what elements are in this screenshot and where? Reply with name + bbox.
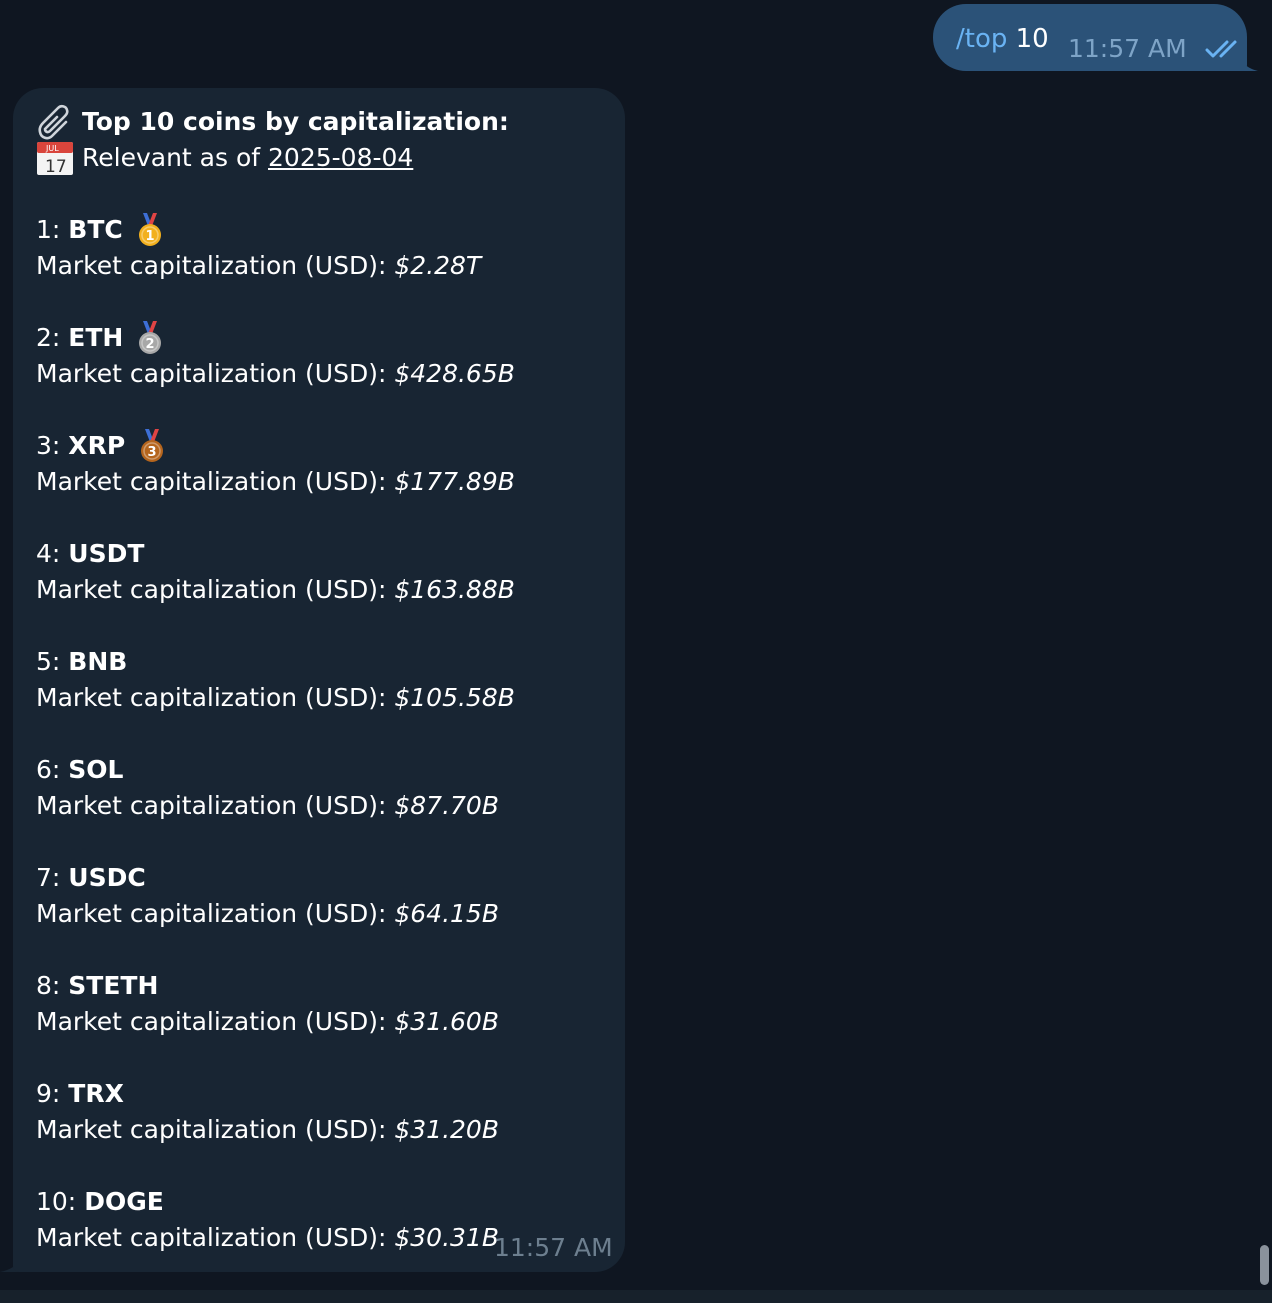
svg-text:17: 17	[45, 157, 67, 176]
market-cap-label: Market capitalization (USD):	[36, 1115, 387, 1144]
market-cap-value: $30.31B	[394, 1223, 499, 1252]
calendar-icon: JUL 17	[36, 140, 74, 177]
coin-symbol: SOL	[68, 755, 124, 784]
incoming-message[interactable]: Top 10 coins by capitalization: JUL 17 R…	[13, 88, 625, 1272]
coin-market-cap: Market capitalization (USD): $64.15B	[36, 896, 515, 932]
composer-edge	[0, 1290, 1272, 1303]
svg-text:1: 1	[145, 229, 154, 244]
market-cap-value: $31.60B	[394, 1007, 499, 1036]
market-cap-value: $87.70B	[394, 791, 499, 820]
coin-rank: 4:	[36, 539, 61, 568]
coin-market-cap: Market capitalization (USD): $87.70B	[36, 788, 515, 824]
incoming-message-time: 11:57 AM	[494, 1233, 613, 1262]
market-cap-value: $163.88B	[394, 575, 515, 604]
coin-header: 3: XRP 3	[36, 428, 515, 464]
coin-symbol: TRX	[68, 1079, 124, 1108]
coin-symbol: DOGE	[84, 1187, 164, 1216]
double-check-icon	[1205, 39, 1241, 59]
market-cap-label: Market capitalization (USD):	[36, 359, 387, 388]
coin-rank: 9:	[36, 1079, 61, 1108]
coin-market-cap: Market capitalization (USD): $2.28T	[36, 248, 515, 284]
gold-medal-icon: 1	[135, 212, 165, 248]
coin-symbol: ETH	[68, 323, 124, 352]
coin-market-cap: Market capitalization (USD): $163.88B	[36, 572, 515, 608]
market-cap-label: Market capitalization (USD):	[36, 467, 387, 496]
coin-rank: 10:	[36, 1187, 77, 1216]
coin-market-cap: Market capitalization (USD): $31.20B	[36, 1112, 515, 1148]
coin-list: 1: BTC 1 Market capitalization (USD): $2.2…	[36, 212, 515, 1256]
coin-rank: 3:	[36, 431, 61, 460]
coin-header: 5: BNB	[36, 644, 515, 680]
relevant-date-link[interactable]: 2025-08-04	[268, 140, 413, 176]
incoming-message-text: Top 10 coins by capitalization: JUL 17 R…	[36, 104, 515, 1256]
coin-rank: 1:	[36, 215, 61, 244]
bot-command-link[interactable]: /top	[956, 24, 1007, 54]
coin-market-cap: Market capitalization (USD): $105.58B	[36, 680, 515, 716]
bronze-medal-icon: 3	[137, 428, 167, 464]
coin-header: 2: ETH 2	[36, 320, 515, 356]
svg-text:3: 3	[148, 445, 157, 460]
svg-text:JUL: JUL	[45, 144, 59, 153]
market-cap-value: $428.65B	[394, 359, 515, 388]
coin-header: 6: SOL	[36, 752, 515, 788]
coin-rank: 5:	[36, 647, 61, 676]
market-cap-value: $177.89B	[394, 467, 515, 496]
svg-text:2: 2	[146, 337, 155, 352]
coin-header: 4: USDT	[36, 536, 515, 572]
relevant-date-line: JUL 17 Relevant as of 2025-08-04	[36, 140, 515, 177]
market-cap-label: Market capitalization (USD):	[36, 791, 387, 820]
coin-symbol: BNB	[68, 647, 128, 676]
coin-market-cap: Market capitalization (USD): $177.89B	[36, 464, 515, 500]
coin-symbol: USDT	[68, 539, 145, 568]
silver-medal-icon: 2	[135, 320, 165, 356]
scrollbar[interactable]	[1258, 0, 1272, 1290]
chat-history: /top 10 11:57 AM Top 10 coins by capital…	[0, 0, 1258, 1290]
coin-market-cap: Market capitalization (USD): $30.31B	[36, 1220, 515, 1256]
coin-rank: 6:	[36, 755, 61, 784]
coin-symbol: STETH	[68, 971, 159, 1000]
outgoing-message-meta: 11:57 AM	[1068, 34, 1241, 63]
market-cap-label: Market capitalization (USD):	[36, 899, 387, 928]
outgoing-message-time: 11:57 AM	[1068, 34, 1187, 63]
coin-header: 9: TRX	[36, 1076, 515, 1112]
message-title: Top 10 coins by capitalization:	[82, 107, 509, 136]
relevant-prefix: Relevant as of	[82, 143, 261, 172]
market-cap-label: Market capitalization (USD):	[36, 1007, 387, 1036]
market-cap-label: Market capitalization (USD):	[36, 575, 387, 604]
market-cap-value: $2.28T	[394, 251, 482, 280]
coin-header: 7: USDC	[36, 860, 515, 896]
coin-market-cap: Market capitalization (USD): $31.60B	[36, 1004, 515, 1040]
outgoing-message[interactable]: /top 10 11:57 AM	[933, 4, 1247, 71]
command-argument: 10	[1015, 24, 1049, 54]
market-cap-value: $31.20B	[394, 1115, 499, 1144]
message-title-line: Top 10 coins by capitalization:	[36, 104, 515, 140]
coin-symbol: XRP	[68, 431, 126, 460]
coin-header: 8: STETH	[36, 968, 515, 1004]
scrollbar-thumb[interactable]	[1260, 1245, 1269, 1285]
coin-header: 1: BTC 1	[36, 212, 515, 248]
coin-symbol: BTC	[68, 215, 123, 244]
market-cap-label: Market capitalization (USD):	[36, 683, 387, 712]
coin-header: 10: DOGE	[36, 1184, 515, 1220]
outgoing-message-text: /top 10	[956, 22, 1049, 56]
coin-rank: 2:	[36, 323, 61, 352]
coin-symbol: USDC	[68, 863, 146, 892]
paperclip-icon	[36, 104, 74, 140]
market-cap-label: Market capitalization (USD):	[36, 251, 387, 280]
coin-market-cap: Market capitalization (USD): $428.65B	[36, 356, 515, 392]
coin-rank: 8:	[36, 971, 61, 1000]
market-cap-label: Market capitalization (USD):	[36, 1223, 387, 1252]
market-cap-value: $105.58B	[394, 683, 515, 712]
coin-rank: 7:	[36, 863, 61, 892]
market-cap-value: $64.15B	[394, 899, 499, 928]
